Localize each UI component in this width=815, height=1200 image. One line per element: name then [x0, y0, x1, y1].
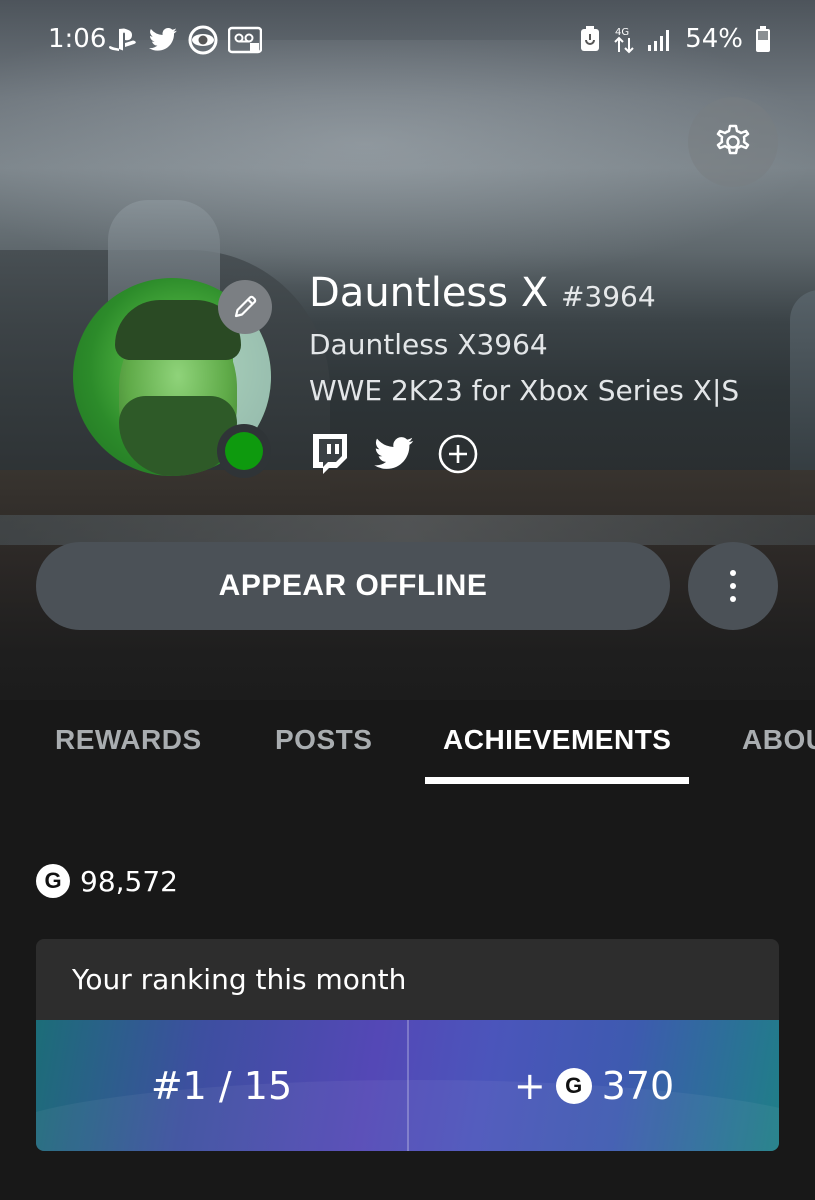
social-links — [309, 432, 479, 476]
ranking-points-value: 370 — [601, 1063, 675, 1108]
ranking-points: + G 370 — [409, 1020, 779, 1151]
more-vertical-icon — [730, 570, 736, 602]
cbs-eye-icon — [188, 25, 218, 55]
ranking-position: #1 / 15 — [150, 1063, 293, 1108]
gear-icon — [716, 124, 750, 155]
monthly-ranking-card[interactable]: Your ranking this month #1 / 15 + G 370 — [36, 939, 779, 1151]
status-bar: 1:06 4G 54% — [0, 0, 815, 80]
online-dot — [225, 432, 263, 470]
playstation-icon — [109, 28, 136, 51]
tab-achievements[interactable]: ACHIEVEMENTS — [443, 724, 671, 756]
battery-icon — [756, 26, 770, 52]
tab-posts[interactable]: POSTS — [275, 724, 372, 756]
ranking-body: #1 / 15 + G 370 — [36, 1020, 779, 1151]
data-transfer-icon: 4G — [614, 27, 634, 54]
edit-avatar-button[interactable] — [218, 280, 272, 334]
active-tab-indicator — [425, 777, 689, 784]
notification-icons — [108, 25, 262, 55]
settings-button[interactable] — [688, 97, 778, 187]
signal-icon — [648, 30, 670, 51]
status-time: 1:06 — [48, 24, 107, 54]
svg-text:4G: 4G — [615, 27, 629, 38]
gamerscore-icon: G — [36, 864, 70, 898]
gamerscore-icon: G — [555, 1067, 592, 1104]
gamertag: Dauntless X #3964 — [309, 270, 656, 316]
real-name: Dauntless X3964 — [309, 328, 548, 361]
add-circle-icon[interactable] — [437, 433, 479, 475]
tab-about[interactable]: ABOUT — [742, 724, 815, 756]
tab-rewards[interactable]: REWARDS — [55, 724, 202, 756]
ranking-title: Your ranking this month — [72, 963, 407, 996]
battery-saver-icon — [581, 26, 600, 51]
gamerscore-value: 98,572 — [80, 864, 178, 898]
online-status-indicator — [217, 424, 271, 478]
presence-text: WWE 2K23 for Xbox Series X|S — [309, 374, 740, 407]
twitter-icon[interactable] — [373, 436, 415, 472]
twitch-icon[interactable] — [309, 432, 351, 476]
appear-offline-button[interactable]: APPEAR OFFLINE — [36, 542, 670, 630]
gamertag-name: Dauntless X — [309, 270, 549, 316]
twitter-icon — [148, 27, 177, 51]
pencil-icon — [234, 295, 257, 318]
voicemail-icon — [228, 26, 262, 54]
ranking-points-prefix: + — [513, 1063, 546, 1108]
system-icons: 4G 54% — [579, 24, 771, 54]
more-options-button[interactable] — [688, 542, 778, 630]
battery-percent: 54% — [685, 24, 743, 54]
gamerscore: G 98,572 — [36, 864, 178, 898]
gamertag-suffix: #3964 — [560, 280, 656, 313]
banner-water — [0, 515, 815, 545]
profile-tabs: REWARDS POSTS ACHIEVEMENTS ABOUT — [0, 720, 815, 790]
